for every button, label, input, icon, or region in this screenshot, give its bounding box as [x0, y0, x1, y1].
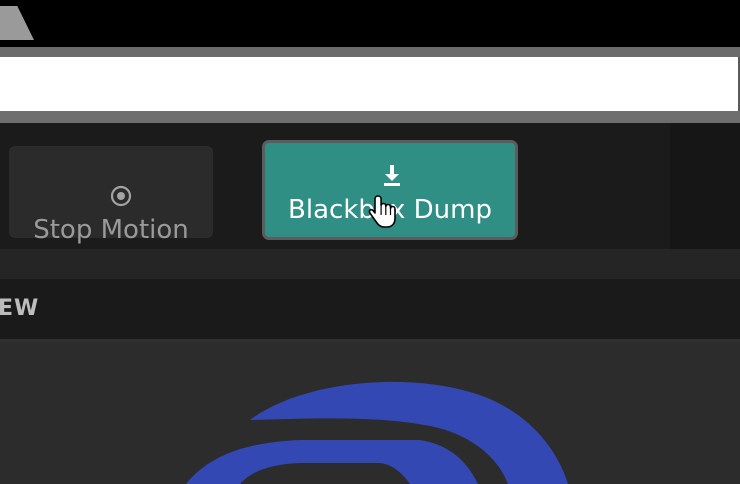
hand-cursor-icon [368, 195, 396, 228]
target-circle-icon [110, 185, 132, 207]
preview-section-header: EW [0, 279, 740, 339]
browser-tab-strip [0, 0, 740, 47]
address-bar-border [0, 111, 740, 123]
download-icon [384, 165, 400, 186]
section-title: EW [0, 296, 40, 321]
stop-motion-button[interactable]: Stop Motion [9, 146, 213, 245]
toolbar: Stop Motion Blackbox Dump [0, 123, 740, 249]
address-bar[interactable] [0, 57, 740, 111]
app-window: Stop Motion Blackbox Dump EW [0, 0, 740, 484]
blue-arc-logo [186, 381, 568, 484]
stop-motion-label: Stop Motion [33, 215, 189, 245]
preview-panel [0, 342, 740, 484]
browser-tab[interactable] [0, 6, 34, 40]
tab-strip-border [0, 47, 740, 57]
toolbar-edge [670, 123, 740, 249]
toolbar-bottom-band [0, 249, 740, 279]
